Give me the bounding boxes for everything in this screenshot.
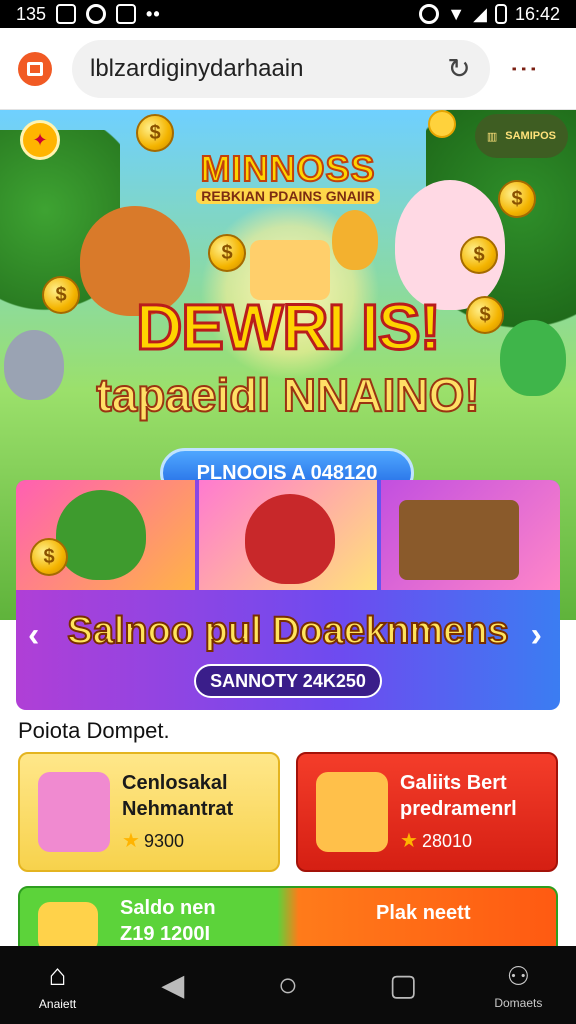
signal-icon: ◢ bbox=[473, 3, 487, 24]
tile-2-line2: predramenrl bbox=[400, 798, 517, 820]
nav-back[interactable]: ◀ bbox=[133, 968, 213, 1003]
balance-line2: Z19 1200I bbox=[120, 923, 211, 945]
contacts-icon: ⚇ bbox=[506, 960, 530, 991]
nav-contacts[interactable]: ⚇ Domaets bbox=[478, 961, 558, 1010]
small-cat-character bbox=[332, 210, 378, 270]
wifi-icon: ▼ bbox=[447, 3, 466, 24]
gift-box-icon bbox=[316, 772, 388, 852]
offer-tile-1[interactable]: Cenlosakal Nehmantrat ★ 9300 bbox=[18, 752, 280, 872]
coin-icon: $ bbox=[30, 538, 68, 576]
url-text[interactable]: lblzardiginуdarhaain bbox=[90, 55, 446, 83]
balance-tile[interactable]: Saldo nen Z19 1200I Plak neett bbox=[18, 886, 558, 946]
feather-badge-icon[interactable]: ✦ bbox=[20, 120, 60, 160]
hero-title-top: MINNOSS bbox=[199, 147, 376, 190]
shop-label: SAMIPOS bbox=[505, 130, 556, 142]
reload-icon[interactable]: ↻ bbox=[446, 54, 472, 82]
carousel-cards: $ bbox=[16, 480, 560, 590]
status-time-left: 135 bbox=[16, 3, 47, 24]
nav-home-circle[interactable]: ○ bbox=[248, 966, 328, 1005]
coin-icon: $ bbox=[208, 234, 246, 272]
tile-1-price: 9300 bbox=[143, 831, 184, 851]
wide-tile-right-label: Plak neett bbox=[376, 902, 471, 924]
section-heading: Poiota Dompet. bbox=[18, 718, 170, 743]
hero-title-sub: tapaeidl NNAINO! bbox=[95, 368, 480, 422]
carousel-card-3[interactable] bbox=[381, 480, 560, 590]
coin-icon: $ bbox=[498, 180, 536, 218]
tile-1-line2: Nehmantrat bbox=[122, 798, 234, 820]
bottom-nav: ⌂ Anaiett ◀ ○ ▢ ⚇ Domaets bbox=[0, 946, 576, 1024]
carousel-card-2[interactable] bbox=[198, 480, 378, 590]
status-time-right: 16:42 bbox=[514, 3, 560, 24]
gift-character-icon bbox=[38, 772, 110, 852]
star-icon: ★ bbox=[122, 830, 140, 852]
recents-icon: ▢ bbox=[388, 968, 418, 1002]
hero-subtitle: REBKIAN PDAINS GNAIIR bbox=[196, 188, 380, 204]
carousel-card-1[interactable]: $ bbox=[16, 480, 195, 590]
coin-icon: $ bbox=[460, 236, 498, 274]
nav-contacts-label: Domaets bbox=[494, 995, 543, 1010]
star-icon: ★ bbox=[400, 830, 418, 852]
tile-1-line1: Cenlosakal bbox=[122, 772, 228, 794]
more-notifications-icon: •• bbox=[146, 3, 161, 24]
status-bar: 135 •• ▼ ◢ 16:42 bbox=[0, 0, 576, 28]
sync-notification-icon bbox=[86, 4, 107, 24]
app-notification-icon bbox=[116, 4, 137, 24]
hat-character bbox=[56, 490, 146, 580]
chest-icon bbox=[38, 902, 98, 946]
home-icon: ⌂ bbox=[48, 959, 67, 992]
coin-icon: $ bbox=[136, 114, 174, 152]
battery-icon bbox=[494, 4, 507, 24]
nav-recents[interactable]: ▢ bbox=[363, 968, 443, 1003]
carousel-next-icon[interactable]: › bbox=[531, 616, 542, 655]
alarm-icon bbox=[419, 4, 440, 24]
shop-icon: ▥ bbox=[486, 130, 498, 143]
nav-home-label: Anaiett bbox=[38, 997, 77, 1011]
carousel-badge[interactable]: SANNOTY 24K250 bbox=[194, 664, 382, 698]
shop-button[interactable]: ▥ SAMIPOS bbox=[474, 114, 568, 158]
promo-carousel[interactable]: $ ‹ Salnoo pul Doaeknmens › SANNOTY 24K2… bbox=[16, 480, 560, 710]
gallery-notification-icon bbox=[56, 4, 77, 24]
treasure-chest-icon bbox=[399, 500, 520, 580]
home-circle-icon: ○ bbox=[277, 965, 299, 1004]
carousel-title: Salnoo pul Doaeknmens bbox=[66, 609, 509, 653]
address-bar[interactable]: lblzardiginуdarhaain ↻ bbox=[72, 39, 490, 98]
nav-home[interactable]: ⌂ Anaiett bbox=[18, 959, 98, 1011]
page-content: ✦ ▥ SAMIPOS MINNOSS REBKIAN PDAINS GNAII… bbox=[0, 110, 576, 946]
app-logo-icon[interactable] bbox=[18, 51, 52, 86]
balance-line1: Saldo nen bbox=[120, 897, 216, 919]
menu-dots-icon[interactable]: ⋮ bbox=[509, 55, 540, 83]
back-icon: ◀ bbox=[161, 968, 185, 1002]
tile-2-line1: Galiits Bert bbox=[400, 772, 507, 794]
fox-character bbox=[244, 494, 335, 584]
lightbulb-icon bbox=[428, 110, 458, 154]
browser-toolbar: lblzardiginуdarhaain ↻ ⋮ bbox=[0, 28, 576, 110]
offer-tile-2[interactable]: Galiits Bert predramenrl ★ 28010 bbox=[296, 752, 558, 872]
hero-title-main: DEWRI IS! bbox=[135, 290, 443, 365]
tile-2-price: 28010 bbox=[421, 831, 472, 851]
